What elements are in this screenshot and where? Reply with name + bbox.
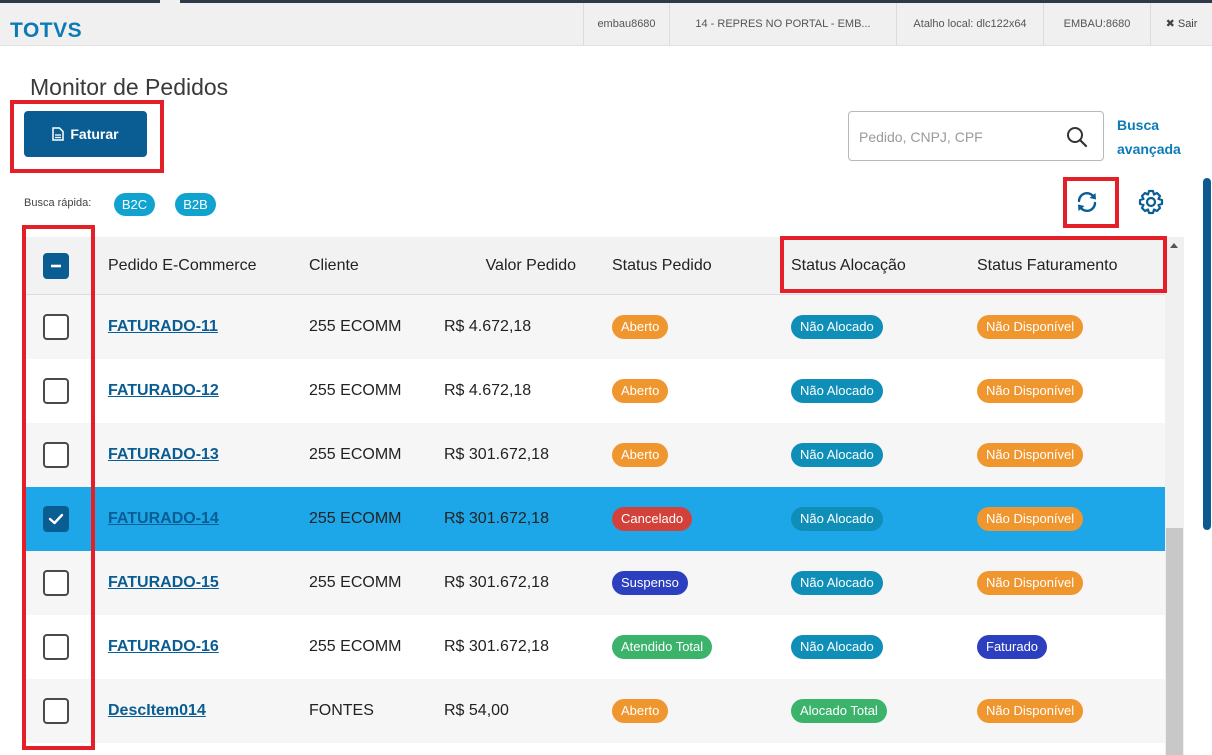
table-scrollbar[interactable] xyxy=(1165,237,1184,755)
status-faturamento-badge: Não Disponível xyxy=(977,571,1084,595)
status-alocacao-badge: Alocado Total xyxy=(791,699,887,723)
value-cell: R$ 301.672,18 xyxy=(444,638,549,655)
top-header-bar: TOTVS embau8680 14 - REPRES NO PORTAL - … xyxy=(0,0,1212,46)
value-cell: R$ 54,00 xyxy=(444,702,509,719)
table-row[interactable]: DescItem014 FONTES R$ 54,00 Aberto Alocado T… xyxy=(24,679,1165,743)
client-cell: 255 ECOMM xyxy=(309,318,402,335)
search-icon[interactable] xyxy=(1065,125,1089,149)
status-faturamento-badge: Não Disponível xyxy=(977,443,1084,467)
col-header-status-faturamento[interactable]: Status Faturamento xyxy=(977,237,1118,295)
client-cell: 255 ECOMM xyxy=(309,382,402,399)
checkmark-icon xyxy=(48,513,64,525)
row-checkbox[interactable] xyxy=(43,378,69,404)
table-row[interactable]: FATURADO-11 255 ECOMM R$ 4.672,18 Aberto Não… xyxy=(24,295,1165,359)
col-header-valor[interactable]: Valor Pedido xyxy=(444,237,576,295)
order-link[interactable]: FATURADO-15 xyxy=(108,551,219,615)
search-input[interactable] xyxy=(859,124,1049,150)
search-box xyxy=(848,111,1104,161)
minus-icon xyxy=(51,264,61,268)
status-faturamento-badge: Não Disponível xyxy=(977,379,1084,403)
status-alocacao-badge: Não Alocado xyxy=(791,315,883,339)
advanced-search-link[interactable]: Busca avançada xyxy=(1117,113,1197,161)
document-icon xyxy=(52,127,65,141)
table-row[interactable]: FATURADO-12 255 ECOMM R$ 4.672,18 Aberto Não… xyxy=(24,359,1165,423)
col-header-cliente[interactable]: Cliente xyxy=(309,237,359,295)
row-checkbox[interactable] xyxy=(43,314,69,340)
faturar-label: Faturar xyxy=(70,126,119,142)
row-checkbox[interactable] xyxy=(43,634,69,660)
faturar-button[interactable]: Faturar xyxy=(24,111,147,157)
status-pedido-badge: Aberto xyxy=(612,699,669,723)
client-cell: FONTES xyxy=(309,702,374,719)
value-cell: R$ 301.672,18 xyxy=(444,510,549,527)
status-pedido-badge: Atendido Total xyxy=(612,635,713,659)
status-alocacao-badge: Não Alocado xyxy=(791,635,883,659)
order-link[interactable]: FATURADO-12 xyxy=(108,359,219,423)
status-alocacao-badge: Não Alocado xyxy=(791,571,883,595)
table-row[interactable]: FATURADO-16 255 ECOMM R$ 301.672,18 Atendid… xyxy=(24,615,1165,679)
value-cell: R$ 4.672,18 xyxy=(444,382,532,399)
value-cell: R$ 4.672,18 xyxy=(444,318,532,335)
status-alocacao-badge: Não Alocado xyxy=(791,379,883,403)
orders-table: Pedido E-Commerce Cliente Valor Pedido S… xyxy=(24,237,1184,755)
col-header-status-alocacao[interactable]: Status Alocação xyxy=(791,237,906,295)
header-shortcut[interactable]: Atalho local: dlc122x64 xyxy=(896,3,1043,45)
status-faturamento-badge: Não Disponível xyxy=(977,507,1084,531)
status-pedido-badge: Suspenso xyxy=(612,571,688,595)
client-cell: 255 ECOMM xyxy=(309,510,402,527)
page-title: Monitor de Pedidos xyxy=(30,74,229,100)
gear-icon[interactable] xyxy=(1136,187,1166,217)
client-cell: 255 ECOMM xyxy=(309,446,402,463)
col-header-status-pedido[interactable]: Status Pedido xyxy=(612,237,712,295)
table-row[interactable]: FATURADO-14 255 ECOMM R$ 301.672,18 Cancela… xyxy=(24,487,1165,551)
value-cell: R$ 301.672,18 xyxy=(444,574,549,591)
status-pedido-badge: Aberto xyxy=(612,315,669,339)
table-row[interactable]: FATURADO-15 255 ECOMM R$ 301.672,18 Suspens… xyxy=(24,551,1165,615)
refresh-icon[interactable] xyxy=(1072,187,1102,217)
exit-button[interactable]: ✖ Sair xyxy=(1150,3,1212,45)
header-server[interactable]: EMBAU:8680 xyxy=(1043,3,1150,45)
table-scroll-thumb[interactable] xyxy=(1166,528,1183,755)
status-pedido-badge: Cancelado xyxy=(612,507,693,531)
status-faturamento-badge: Não Disponível xyxy=(977,699,1084,723)
header-stripe-notch xyxy=(160,0,180,4)
page-scrollbar-thumb[interactable] xyxy=(1203,178,1211,530)
client-cell: 255 ECOMM xyxy=(309,638,402,655)
value-cell: R$ 301.672,18 xyxy=(444,446,549,463)
advanced-search-line2: avançada xyxy=(1117,141,1181,157)
status-pedido-badge: Aberto xyxy=(612,379,669,403)
quick-filter-chip-b2c[interactable]: B2C xyxy=(114,193,155,216)
header-user[interactable]: embau8680 xyxy=(583,3,669,45)
advanced-search-line1: Busca xyxy=(1117,117,1160,133)
row-checkbox[interactable] xyxy=(43,442,69,468)
row-checkbox[interactable] xyxy=(43,506,69,532)
status-alocacao-badge: Não Alocado xyxy=(791,443,883,467)
status-alocacao-badge: Não Alocado xyxy=(791,507,883,531)
header-company[interactable]: 14 - REPRES NO PORTAL - EMB... xyxy=(669,3,896,45)
order-link[interactable]: FATURADO-13 xyxy=(108,423,219,487)
row-checkbox[interactable] xyxy=(43,698,69,724)
row-checkbox[interactable] xyxy=(43,570,69,596)
status-faturamento-badge: Faturado xyxy=(977,635,1048,659)
col-header-pedido[interactable]: Pedido E-Commerce xyxy=(108,237,257,295)
brand-logo: TOTVS xyxy=(10,19,83,42)
table-header: Pedido E-Commerce Cliente Valor Pedido S… xyxy=(24,237,1165,295)
client-cell: 255 ECOMM xyxy=(309,574,402,591)
quick-filter-label: Busca rápida: xyxy=(24,197,92,209)
order-link[interactable]: DescItem014 xyxy=(108,679,206,743)
status-pedido-badge: Aberto xyxy=(612,443,669,467)
scroll-up-arrow[interactable] xyxy=(1170,243,1178,248)
order-link[interactable]: FATURADO-11 xyxy=(108,295,218,359)
table-row[interactable]: FATURADO-13 255 ECOMM R$ 301.672,18 Aberto N… xyxy=(24,423,1165,487)
quick-filter-chip-b2b[interactable]: B2B xyxy=(175,193,216,216)
select-all-checkbox[interactable] xyxy=(43,253,69,279)
status-faturamento-badge: Não Disponível xyxy=(977,315,1084,339)
order-link[interactable]: FATURADO-16 xyxy=(108,615,219,679)
order-link[interactable]: FATURADO-14 xyxy=(108,487,219,551)
